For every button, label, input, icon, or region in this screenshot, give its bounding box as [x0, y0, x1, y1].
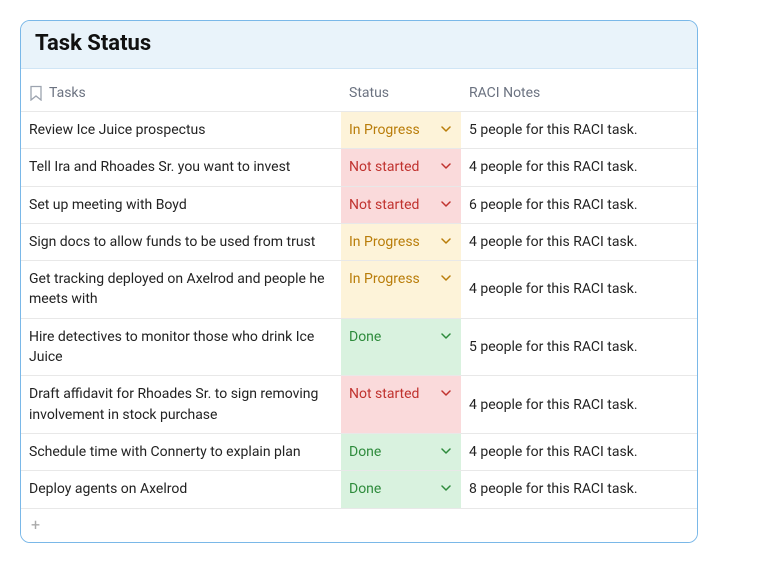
status-label: Not started [349, 196, 419, 214]
task-cell[interactable]: Get tracking deployed on Axelrod and peo… [21, 261, 341, 318]
table-header-row: Tasks Status RACI Notes [21, 69, 697, 111]
chevron-down-icon [441, 233, 451, 248]
tasks-table: Tasks Status RACI Notes Review Ice Juice… [21, 69, 697, 542]
table-row: Draft affidavit for Rhoades Sr. to sign … [21, 375, 697, 433]
table-row: Hire detectives to monitor those who dri… [21, 318, 697, 376]
raci-label: 6 people for this RACI task. [469, 197, 638, 213]
chevron-down-icon [441, 121, 451, 136]
chevron-down-icon [441, 443, 451, 458]
task-cell[interactable]: Deploy agents on Axelrod [21, 471, 341, 507]
add-row-button[interactable]: + [21, 508, 697, 542]
column-header-tasks: Tasks [21, 85, 341, 101]
task-cell[interactable]: Draft affidavit for Rhoades Sr. to sign … [21, 376, 341, 433]
status-dropdown[interactable]: Not started [341, 187, 461, 223]
task-label: Deploy agents on Axelrod [29, 479, 187, 499]
task-label: Set up meeting with Boyd [29, 195, 187, 215]
raci-label: 5 people for this RACI task. [469, 122, 638, 138]
status-label: In Progress [349, 233, 420, 251]
status-label: Not started [349, 158, 419, 176]
raci-cell[interactable]: 4 people for this RACI task. [461, 149, 697, 185]
task-label: Get tracking deployed on Axelrod and peo… [29, 269, 333, 310]
page-title: Task Status [35, 31, 683, 56]
raci-cell[interactable]: 5 people for this RACI task. [461, 319, 697, 376]
task-label: Hire detectives to monitor those who dri… [29, 327, 333, 368]
table-row: Schedule time with Connerty to explain p… [21, 433, 697, 470]
raci-label: 5 people for this RACI task. [469, 339, 638, 355]
plus-icon: + [31, 515, 40, 534]
task-label: Review Ice Juice prospectus [29, 120, 205, 140]
status-label: In Progress [349, 121, 420, 139]
task-cell[interactable]: Set up meeting with Boyd [21, 187, 341, 223]
task-label: Tell Ira and Rhoades Sr. you want to inv… [29, 157, 290, 177]
chevron-down-icon [441, 480, 451, 495]
raci-cell[interactable]: 5 people for this RACI task. [461, 112, 697, 148]
chevron-down-icon [441, 385, 451, 400]
task-cell[interactable]: Sign docs to allow funds to be used from… [21, 224, 341, 260]
raci-label: 8 people for this RACI task. [469, 481, 638, 497]
raci-label: 4 people for this RACI task. [469, 281, 638, 297]
table-row: Review Ice Juice prospectus In Progress 5 … [21, 111, 697, 148]
status-dropdown[interactable]: In Progress [341, 224, 461, 260]
raci-cell[interactable]: 4 people for this RACI task. [461, 434, 697, 470]
task-cell[interactable]: Schedule time with Connerty to explain p… [21, 434, 341, 470]
raci-cell[interactable]: 4 people for this RACI task. [461, 261, 697, 318]
raci-cell[interactable]: 8 people for this RACI task. [461, 471, 697, 507]
status-dropdown[interactable]: In Progress [341, 112, 461, 148]
table-row: Tell Ira and Rhoades Sr. you want to inv… [21, 148, 697, 185]
status-label: Done [349, 443, 381, 461]
task-label: Sign docs to allow funds to be used from… [29, 232, 315, 252]
chevron-down-icon [441, 196, 451, 211]
raci-cell[interactable]: 6 people for this RACI task. [461, 187, 697, 223]
raci-label: 4 people for this RACI task. [469, 444, 638, 460]
raci-label: 4 people for this RACI task. [469, 397, 638, 413]
status-dropdown[interactable]: Not started [341, 376, 461, 433]
chevron-down-icon [441, 158, 451, 173]
status-label: Done [349, 328, 381, 346]
table-row: Get tracking deployed on Axelrod and peo… [21, 260, 697, 318]
bookmark-icon [29, 85, 43, 101]
task-label: Draft affidavit for Rhoades Sr. to sign … [29, 384, 333, 425]
status-dropdown[interactable]: In Progress [341, 261, 461, 318]
status-label: Done [349, 480, 381, 498]
raci-cell[interactable]: 4 people for this RACI task. [461, 376, 697, 433]
panel-header: Task Status [21, 21, 697, 69]
task-label: Schedule time with Connerty to explain p… [29, 442, 301, 462]
status-dropdown[interactable]: Not started [341, 149, 461, 185]
task-status-panel: Task Status Tasks Status RACI Notes Revi… [20, 20, 698, 543]
status-dropdown[interactable]: Done [341, 471, 461, 507]
table-row: Set up meeting with Boyd Not started 6 peo… [21, 186, 697, 223]
raci-label: 4 people for this RACI task. [469, 234, 638, 250]
column-header-raci: RACI Notes [461, 85, 697, 101]
status-dropdown[interactable]: Done [341, 434, 461, 470]
status-dropdown[interactable]: Done [341, 319, 461, 376]
task-cell[interactable]: Review Ice Juice prospectus [21, 112, 341, 148]
table-row: Deploy agents on Axelrod Done 8 people for… [21, 470, 697, 507]
chevron-down-icon [441, 270, 451, 285]
task-cell[interactable]: Hire detectives to monitor those who dri… [21, 319, 341, 376]
chevron-down-icon [441, 328, 451, 343]
status-label: In Progress [349, 270, 420, 288]
task-cell[interactable]: Tell Ira and Rhoades Sr. you want to inv… [21, 149, 341, 185]
table-row: Sign docs to allow funds to be used from… [21, 223, 697, 260]
raci-cell[interactable]: 4 people for this RACI task. [461, 224, 697, 260]
raci-label: 4 people for this RACI task. [469, 159, 638, 175]
status-label: Not started [349, 385, 419, 403]
column-header-tasks-label: Tasks [49, 85, 86, 101]
column-header-status: Status [341, 85, 461, 101]
